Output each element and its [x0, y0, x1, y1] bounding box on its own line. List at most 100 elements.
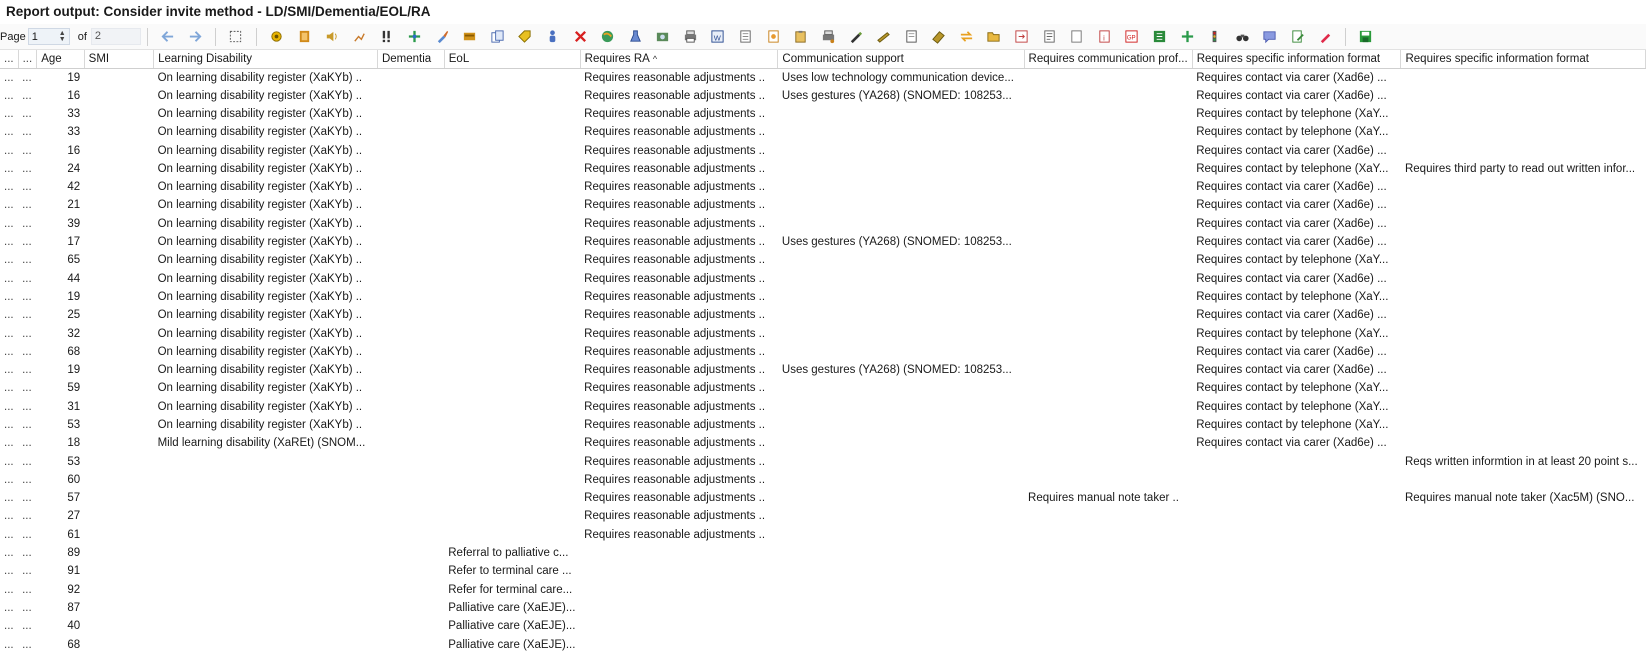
- table-row[interactable]: ...... 91 Refer to terminal care ...: [0, 562, 1646, 580]
- save-button[interactable]: [1355, 26, 1377, 48]
- table-row[interactable]: ...... 19 On learning disability register …: [0, 361, 1646, 379]
- edit-document-button[interactable]: [1286, 26, 1308, 48]
- table-cell: Requires manual note taker (Xac5M) (SNO.…: [1404, 492, 1635, 505]
- tag-button[interactable]: [514, 26, 536, 48]
- table-row[interactable]: ...... 89 Referral to palliative c...: [0, 544, 1646, 562]
- table-row[interactable]: ...... 42 On learning disability register …: [0, 178, 1646, 196]
- export-button[interactable]: [1011, 26, 1033, 48]
- spreadsheet-green-button[interactable]: [1148, 26, 1170, 48]
- wand-button[interactable]: [873, 26, 895, 48]
- table-row[interactable]: ...... 57 Requires reasonable adjustments …: [0, 489, 1646, 507]
- forward-arrow-button[interactable]: [184, 26, 206, 48]
- table-row[interactable]: ...... 68 On learning disability register …: [0, 343, 1646, 361]
- stepper-arrows-icon[interactable]: ▲ ▼: [59, 30, 66, 43]
- gp-button[interactable]: GP: [1121, 26, 1143, 48]
- page-button[interactable]: [900, 26, 922, 48]
- table-row[interactable]: ...... 53 Requires reasonable adjustments …: [0, 452, 1646, 470]
- table-row[interactable]: ...... 40 Palliative care (XaEJE)...: [0, 617, 1646, 635]
- table-row[interactable]: ...... 31 On learning disability register …: [0, 398, 1646, 416]
- column-header[interactable]: Requires RA ^: [580, 50, 779, 69]
- table-cell: 60: [67, 473, 81, 486]
- table-row[interactable]: ...... 33 On learning disability register …: [0, 105, 1646, 123]
- chart-edit-button[interactable]: [348, 26, 370, 48]
- table-row[interactable]: ...... 92 Refer for terminal care...: [0, 581, 1646, 599]
- back-arrow-button[interactable]: [157, 26, 179, 48]
- table-row[interactable]: ...... 16 On learning disability register …: [0, 87, 1646, 105]
- flask-button[interactable]: [624, 26, 646, 48]
- swap-button[interactable]: [955, 26, 977, 48]
- card-button[interactable]: [459, 26, 481, 48]
- list-button[interactable]: [1038, 26, 1060, 48]
- table-row[interactable]: ...... 19 On learning disability register …: [0, 68, 1646, 87]
- column-header[interactable]: EoL: [444, 50, 581, 69]
- table-row[interactable]: ...... 68 Palliative care (XaEJE)...: [0, 635, 1646, 653]
- table-row[interactable]: ...... 53 On learning disability register …: [0, 416, 1646, 434]
- table-row[interactable]: ...... 24 On learning disability register …: [0, 160, 1646, 178]
- column-header[interactable]: Learning Disability: [153, 50, 378, 69]
- column-header[interactable]: ...: [18, 50, 38, 69]
- table-row[interactable]: ...... 60 Requires reasonable adjustments …: [0, 471, 1646, 489]
- column-header[interactable]: Communication support: [777, 50, 1025, 69]
- column-header[interactable]: Requires specific information format: [1400, 50, 1646, 69]
- notebook-button[interactable]: [293, 26, 315, 48]
- camera-button[interactable]: [652, 26, 674, 48]
- table-row[interactable]: ...... 61 Requires reasonable adjustments …: [0, 526, 1646, 544]
- report-grid[interactable]: ...... Age SMI Learning Disability Dementia E…: [0, 50, 1646, 664]
- document-button[interactable]: [1066, 26, 1088, 48]
- report-button[interactable]: [762, 26, 784, 48]
- comment-button[interactable]: [1259, 26, 1281, 48]
- table-row[interactable]: ...... 21 On learning disability register …: [0, 196, 1646, 214]
- plus-green-button[interactable]: [1176, 26, 1198, 48]
- word-doc-button[interactable]: W: [707, 26, 729, 48]
- clipboard-button[interactable]: [790, 26, 812, 48]
- globe-button[interactable]: [597, 26, 619, 48]
- exclamation-button[interactable]: [376, 26, 398, 48]
- table-cell: [1024, 160, 1192, 178]
- table-cell: [1401, 599, 1646, 617]
- eraser-button[interactable]: [928, 26, 950, 48]
- print-button[interactable]: [679, 26, 701, 48]
- info-button[interactable]: i: [1093, 26, 1115, 48]
- red-pen-button[interactable]: [1314, 26, 1336, 48]
- sheet-button[interactable]: [735, 26, 757, 48]
- pen-button[interactable]: [845, 26, 867, 48]
- table-row[interactable]: ...... 39 On learning disability register …: [0, 215, 1646, 233]
- brush-button[interactable]: [431, 26, 453, 48]
- table-cell: [377, 635, 444, 653]
- printer-settings-button[interactable]: [817, 26, 839, 48]
- document-copy-button[interactable]: [486, 26, 508, 48]
- table-cell: [580, 617, 778, 635]
- traffic-light-button[interactable]: [1204, 26, 1226, 48]
- table-cell: [377, 507, 444, 525]
- column-header[interactable]: Requires specific information format: [1192, 50, 1402, 69]
- table-row[interactable]: ...... 25 On learning disability register …: [0, 306, 1646, 324]
- page-number-stepper[interactable]: 1 ▲ ▼: [27, 28, 70, 45]
- table-cell: Requires contact by telephone (XaY...: [1196, 418, 1389, 431]
- table-row[interactable]: ...... 19 On learning disability register …: [0, 288, 1646, 306]
- table-row[interactable]: ...... 32 On learning disability register …: [0, 324, 1646, 342]
- table-row[interactable]: ...... 18 Mild learning disability (XaREt)…: [0, 434, 1646, 452]
- column-header[interactable]: SMI: [84, 50, 155, 69]
- table-row[interactable]: ...... 17 On learning disability register …: [0, 233, 1646, 251]
- column-header[interactable]: ...: [0, 50, 19, 69]
- table-cell: ...: [4, 181, 14, 194]
- table-row[interactable]: ...... 33 On learning disability register …: [0, 123, 1646, 141]
- table-row[interactable]: ...... 87 Palliative care (XaEJE)...: [0, 599, 1646, 617]
- select-button[interactable]: [225, 26, 247, 48]
- table-row[interactable]: ...... 65 On learning disability register …: [0, 251, 1646, 269]
- table-row[interactable]: ...... 44 On learning disability register …: [0, 269, 1646, 287]
- binoculars-button[interactable]: [1231, 26, 1253, 48]
- table-row[interactable]: ...... 59 On learning disability register …: [0, 379, 1646, 397]
- sun-button[interactable]: [265, 26, 287, 48]
- speaker-button[interactable]: [321, 26, 343, 48]
- folder-open-button[interactable]: [983, 26, 1005, 48]
- column-header[interactable]: Requires communication prof...: [1024, 50, 1193, 69]
- table-row[interactable]: ...... 27 Requires reasonable adjustments …: [0, 507, 1646, 525]
- table-cell: [84, 324, 153, 342]
- person-button[interactable]: [541, 26, 563, 48]
- table-row[interactable]: ...... 16 On learning disability register …: [0, 141, 1646, 159]
- add-button[interactable]: [403, 26, 425, 48]
- delete-button[interactable]: [569, 26, 591, 48]
- column-header[interactable]: Age: [36, 50, 85, 69]
- column-header[interactable]: Dementia: [377, 50, 445, 69]
